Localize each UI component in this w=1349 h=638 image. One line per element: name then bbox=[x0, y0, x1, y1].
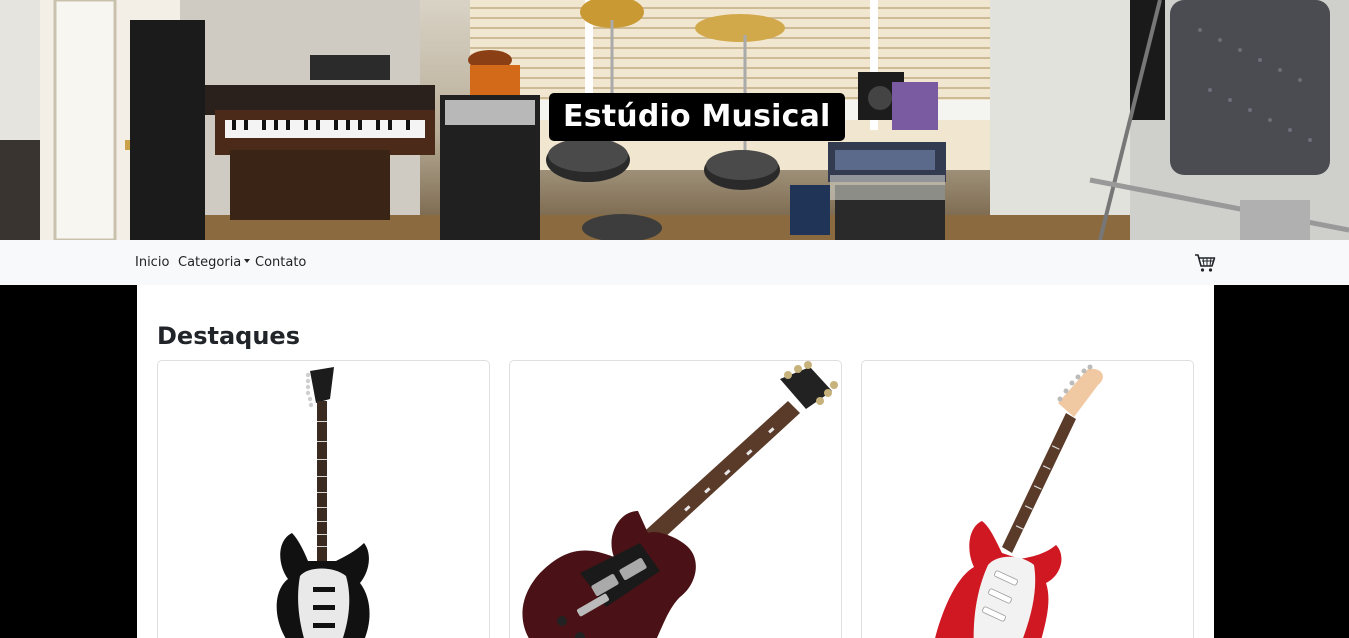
shopping-cart-icon[interactable] bbox=[1194, 253, 1216, 273]
hero-banner: Estúdio Musical bbox=[0, 0, 1349, 240]
product-image[interactable] bbox=[158, 361, 490, 638]
nav-link-contato[interactable]: Contato bbox=[255, 240, 306, 285]
product-card[interactable] bbox=[861, 360, 1194, 638]
main-content: Destaques bbox=[137, 285, 1214, 638]
nav-link-inicio[interactable]: Inicio bbox=[135, 240, 169, 285]
product-card[interactable] bbox=[509, 360, 842, 638]
site-title: Estúdio Musical bbox=[549, 93, 845, 141]
caret-down-icon bbox=[244, 258, 251, 263]
product-image[interactable] bbox=[862, 361, 1194, 638]
nav-link-categoria-label: Categoria bbox=[178, 255, 242, 270]
navbar: Inicio Categoria Contato bbox=[0, 240, 1349, 285]
section-title: Destaques bbox=[157, 322, 300, 350]
product-card[interactable] bbox=[157, 360, 490, 638]
nav-link-categoria[interactable]: Categoria bbox=[178, 240, 251, 285]
product-image[interactable] bbox=[510, 361, 842, 638]
